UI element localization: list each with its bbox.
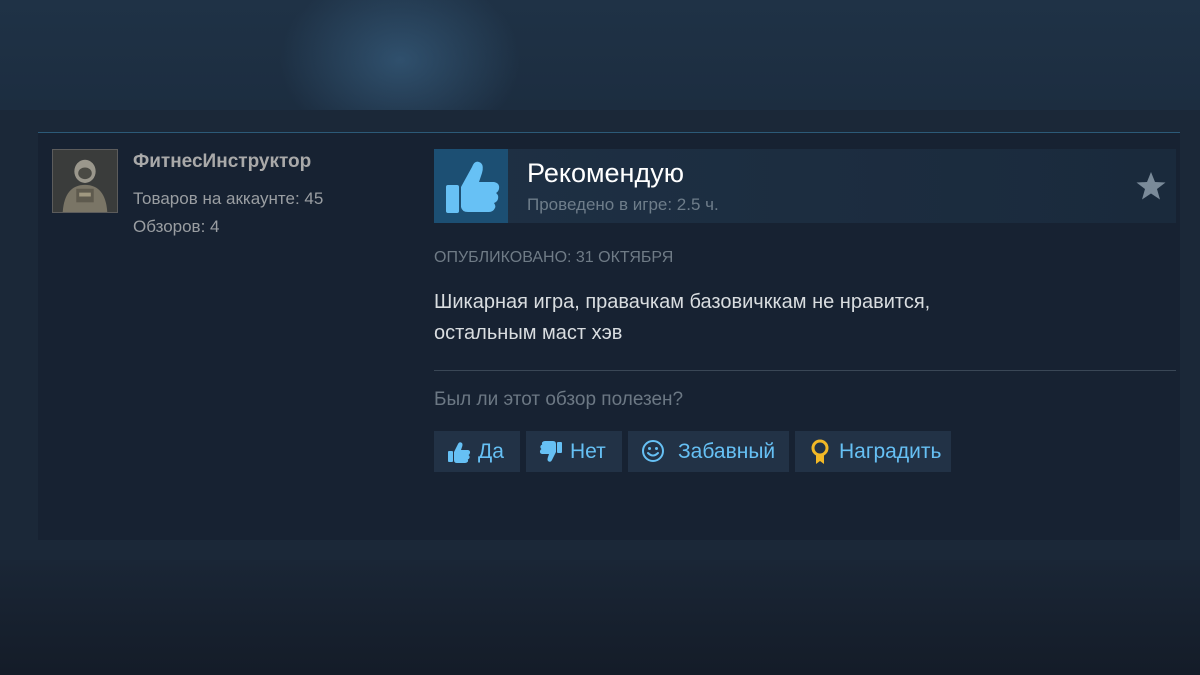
vote-funny-label: Забавный [678, 439, 776, 463]
thumbs-up-icon [446, 161, 500, 213]
award-button[interactable]: Наградить [795, 431, 951, 472]
verdict-icon-box [434, 149, 508, 223]
footer-background [0, 560, 1200, 675]
review-text: Шикарная игра, правачкам базовичккам не … [434, 287, 1134, 349]
review-text-line-2: остальным маст хэв [434, 322, 623, 344]
helpful-question: Был ли этот обзор полезен? [434, 389, 684, 410]
thumbs-down-icon [539, 440, 562, 462]
review-text-line-1: Шикарная игра, правачкам базовичккам не … [434, 291, 931, 313]
favorite-button[interactable] [1134, 169, 1168, 203]
award-medal-icon [811, 439, 829, 464]
star-icon [1136, 172, 1166, 200]
author-products-count[interactable]: Товаров на аккаунте: 45 [133, 189, 323, 209]
award-label: Наградить [839, 439, 942, 463]
vote-no-label: Нет [570, 439, 606, 463]
thumbs-up-icon [448, 441, 471, 463]
author-reviews-count[interactable]: Обзоров: 4 [133, 217, 220, 237]
posted-date: ОПУБЛИКОВАНО: 31 ОКТЯБРЯ [434, 249, 674, 266]
author-avatar[interactable] [52, 149, 118, 213]
review-verdict-header[interactable]: Рекомендую Проведено в игре: 2.5 ч. [434, 149, 1176, 223]
smiley-icon [642, 439, 664, 462]
vote-yes-label: Да [478, 439, 504, 463]
review-card: ФитнесИнструктор Товаров на аккаунте: 45… [38, 132, 1180, 540]
playtime-text: Проведено в игре: 2.5 ч. [527, 195, 719, 214]
verdict-title: Рекомендую [527, 158, 684, 188]
author-name[interactable]: ФитнесИнструктор [133, 151, 311, 173]
vote-no-button[interactable]: Нет [526, 431, 622, 472]
divider [434, 370, 1176, 371]
avatar-image [53, 150, 117, 212]
header-background [0, 0, 1200, 110]
vote-yes-button[interactable]: Да [434, 431, 520, 472]
vote-funny-button[interactable]: Забавный [628, 431, 789, 472]
